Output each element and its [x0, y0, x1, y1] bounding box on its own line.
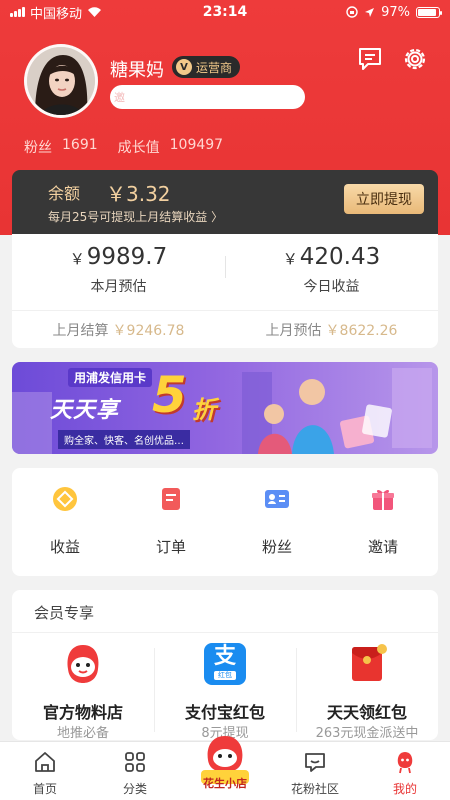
last-month-settled-label: 上月结算: [52, 323, 109, 339]
battery-percent: 97%: [381, 4, 410, 20]
invite-code-redacted: 邀: [110, 85, 305, 109]
withdraw-button[interactable]: 立即提现: [344, 184, 424, 214]
monthly-estimate-caption: 本月预估: [90, 279, 147, 295]
balance-amount: ￥3.32: [106, 182, 171, 206]
role-badge-label: 运营商: [196, 60, 233, 75]
alipay-icon: 支 红包: [204, 643, 246, 685]
member-item-name: 官方物料店: [42, 703, 123, 722]
balance-label: 余额: [48, 184, 81, 203]
growth-stat[interactable]: 成长值 109497: [118, 137, 223, 157]
status-bar: 中国移动 23:14 97%: [0, 0, 450, 24]
order-icon: [162, 488, 180, 510]
menu-item-label: 粉丝: [261, 538, 292, 556]
tab-label: 花粉社区: [290, 782, 339, 796]
wifi-icon: [88, 7, 102, 17]
tab-label: 花生小店: [203, 777, 247, 790]
section-title: 会员专享: [34, 604, 95, 622]
home-icon: [35, 752, 55, 772]
profile-icon: [397, 752, 413, 774]
member-item-material-store[interactable]: 官方物料店 地推必备: [12, 633, 154, 741]
carrier-name: 中国移动: [30, 6, 83, 22]
bottom-tab-bar: 首页 分类 花生小店 花粉社区 我的: [0, 736, 450, 800]
menu-item-orders[interactable]: 订单: [118, 468, 224, 576]
growth-value: 109497: [169, 137, 224, 153]
user-name: 糖果妈: [110, 60, 164, 81]
invite-code-prefix: 邀: [114, 91, 125, 104]
last-month-settled-value: ￥9246.78: [112, 323, 185, 339]
fans-value: 1691: [62, 137, 98, 153]
today-earnings-amount: 420.43: [299, 244, 381, 270]
tab-label: 我的: [392, 782, 417, 796]
balance-card: 余额 ￥3.32 每月25号可提现上月结算收益 〉 立即提现: [12, 170, 438, 234]
battery-icon: [416, 6, 442, 18]
fans-label: 粉丝: [24, 140, 52, 156]
menu-item-label: 收益: [49, 538, 80, 556]
coin-icon: [53, 487, 77, 511]
red-envelope-icon: [352, 644, 387, 681]
earnings-card: ￥9989.7 本月预估 上月结算 ￥9246.78 ￥420.43 今日收益 上…: [12, 234, 438, 348]
profile-stats: 粉丝 1691 成长值 109497: [24, 137, 223, 157]
last-month-estimate-value: ￥8622.26: [325, 323, 398, 339]
currency-symbol: ￥: [69, 250, 85, 268]
menu-item-label: 订单: [155, 538, 186, 556]
message-icon[interactable]: [355, 44, 385, 74]
menu-item-fans[interactable]: 粉丝: [224, 468, 330, 576]
banner-discount: 折: [192, 396, 216, 424]
banner-number: 5: [152, 366, 187, 424]
gear-icon[interactable]: [400, 44, 430, 74]
vip-icon: V: [176, 59, 192, 75]
community-icon: [305, 753, 325, 772]
fans-card-icon: [265, 490, 289, 508]
member-item-name: 天天领红包: [326, 703, 407, 722]
mascot-icon: [67, 645, 99, 683]
fans-stat[interactable]: 粉丝 1691: [24, 137, 98, 157]
banner-headline: 天天享: [50, 398, 120, 423]
menu-item-earnings[interactable]: 收益: [12, 468, 118, 576]
today-earnings[interactable]: ￥420.43 今日收益 上月预估 ￥8622.26: [225, 234, 438, 348]
member-item-alipay-redpacket[interactable]: 支 红包 支付宝红包 8元提现: [154, 633, 296, 741]
gift-icon: [372, 489, 394, 510]
member-item-desc: 地推必备: [56, 726, 109, 741]
signal-icon: [10, 7, 25, 17]
tab-category[interactable]: 分类: [90, 742, 180, 800]
tab-community[interactable]: 花粉社区: [270, 742, 360, 800]
tab-store[interactable]: 花生小店: [180, 736, 270, 800]
avatar[interactable]: [24, 44, 98, 118]
promo-banner[interactable]: 用浦发信用卡 天天享 5 折 购全家、快客、名创优品…: [12, 362, 438, 454]
tab-label: 分类: [122, 782, 147, 796]
currency-symbol: ￥: [282, 250, 298, 268]
monthly-estimate-amount: 9989.7: [86, 244, 168, 270]
last-month-estimate-label: 上月预估: [265, 323, 322, 339]
category-icon: [125, 752, 145, 772]
tab-home[interactable]: 首页: [0, 742, 90, 800]
member-exclusive-card: 会员专享 官方物料店 地推必备 支 红包 支付宝红包 8元提现 天天领红包 26…: [12, 590, 438, 741]
member-item-name: 支付宝红包: [184, 703, 265, 722]
tab-profile[interactable]: 我的: [360, 742, 450, 800]
menu-item-label: 邀请: [367, 538, 398, 556]
divider: [12, 310, 438, 311]
monthly-estimate[interactable]: ￥9989.7 本月预估 上月结算 ￥9246.78: [12, 234, 225, 348]
member-item-daily-redpacket[interactable]: 天天领红包 263元现金派送中: [296, 633, 438, 741]
menu-item-invite[interactable]: 邀请: [330, 468, 436, 576]
growth-label: 成长值: [117, 140, 160, 156]
alipay-icon-glyph: 支: [213, 644, 236, 669]
today-earnings-caption: 今日收益: [303, 279, 360, 295]
alipay-icon-sub: 红包: [214, 671, 236, 680]
banner-subtext: 购全家、快客、名创优品…: [58, 430, 190, 449]
location-icon: [365, 7, 375, 17]
banner-tag: 用浦发信用卡: [68, 368, 153, 387]
role-badge: V 运营商: [172, 56, 241, 78]
rotation-lock-icon: [346, 6, 358, 18]
withdraw-note-link[interactable]: 每月25号可提现上月结算收益 〉: [48, 208, 223, 225]
tab-label: 首页: [32, 782, 57, 796]
quick-menu: 收益 订单 粉丝 邀请: [12, 468, 438, 576]
member-item-desc: 263元现金派送中: [315, 726, 419, 741]
